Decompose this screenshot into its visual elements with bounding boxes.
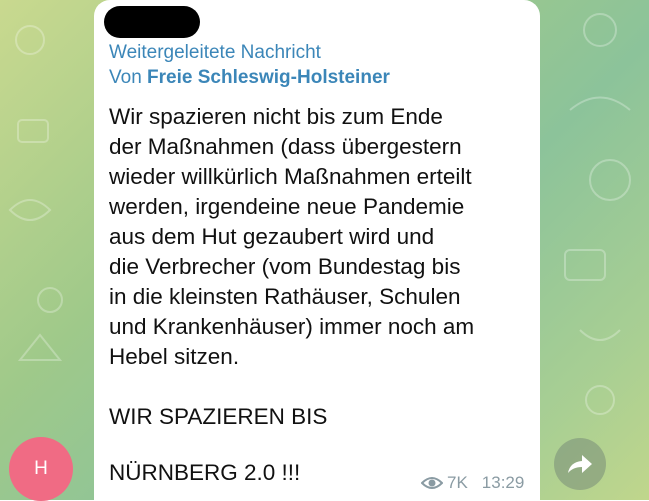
message-line: Wir spazieren nicht bis zum Ende [109, 104, 443, 129]
avatar-initial: H [34, 458, 48, 479]
avatar[interactable]: H [9, 437, 73, 501]
forwarded-header: Weitergeleitete Nachricht [109, 42, 321, 63]
message-line: und Krankenhäuser) immer noch am [109, 314, 475, 339]
forwarded-from-prefix: Von [109, 67, 148, 88]
message-line: Hebel sitzen. [109, 344, 240, 369]
eye-icon [421, 477, 443, 489]
message-line: werden, irgendeine neue Pandemie [109, 194, 465, 219]
view-count: 7K [447, 473, 468, 492]
forwarded-source-link[interactable]: Freie Schleswig-Holsteiner [147, 67, 390, 88]
message-line: in die kleinsten Rathäuser, Schulen [109, 284, 461, 309]
message-line: aus dem Hut gezaubert wird und [109, 224, 435, 249]
forwarded-from: Von Freie Schleswig-Holsteiner [109, 67, 390, 89]
message-line: der Maßnahmen (dass übergestern [109, 134, 462, 159]
message-time: 13:29 [481, 473, 525, 492]
redacted-sender-name [104, 6, 200, 38]
message-line: WIR SPAZIEREN BIS [109, 404, 328, 429]
message-meta: 7K 13:29 [421, 472, 524, 494]
message-line: wieder willkürlich Maßnahmen erteilt [109, 164, 472, 189]
message-line: NÜRNBERG 2.0 !!! [109, 460, 301, 485]
share-forward-icon [568, 455, 592, 473]
share-button[interactable] [554, 438, 606, 490]
message-line: die Verbrecher (vom Bundestag bis [109, 254, 461, 279]
